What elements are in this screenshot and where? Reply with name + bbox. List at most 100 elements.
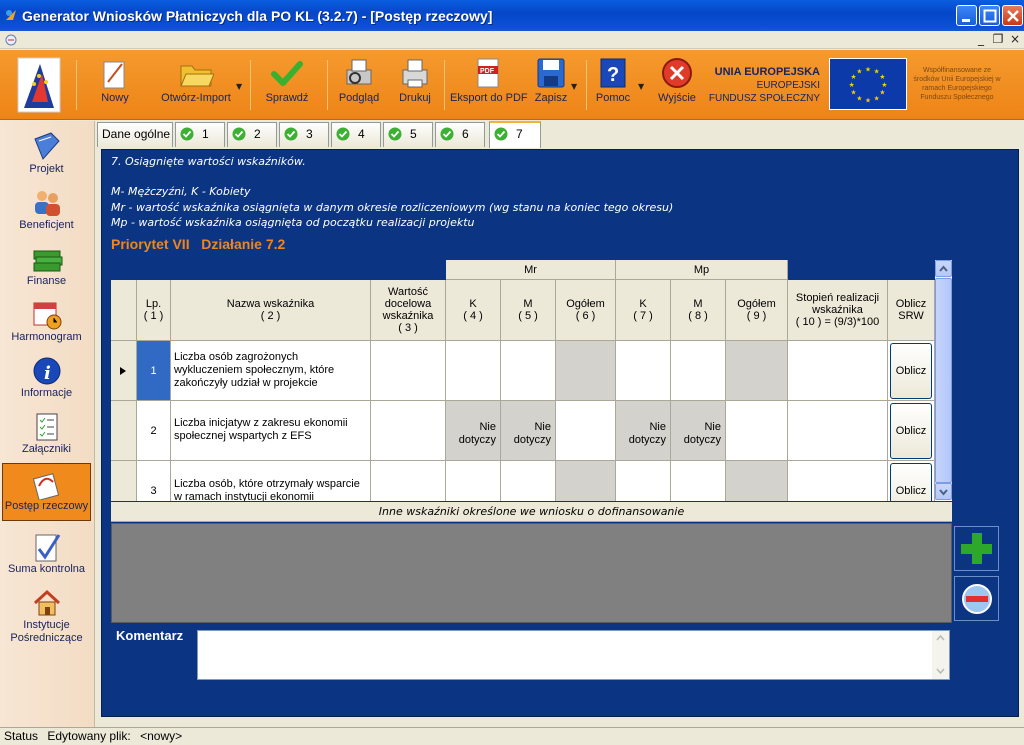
mdi-minimize-button[interactable]: _ [973,33,989,47]
row-selector[interactable] [111,341,137,401]
row-selector[interactable] [111,401,137,461]
eu-line2: EUROPEJSKI [756,80,820,91]
calculate-button[interactable]: Oblicz [890,343,932,399]
cell-mr-m[interactable] [501,341,556,401]
calculate-button[interactable]: Oblicz [890,463,932,501]
export-pdf-button[interactable]: PDF Eksport do PDF [450,56,528,114]
eu-text: UNIA EUROPEJSKA EUROPEJSKI FUNDUSZ SPOŁE… [708,66,820,105]
svg-text:★: ★ [849,81,855,89]
sidebar-item-projekt[interactable]: Projekt [2,127,91,181]
save-button[interactable]: Zapisz [532,56,570,114]
cell-indicator-name[interactable]: Liczba inicjatyw z zakresu ekonomii społ… [171,401,371,461]
app-icon [6,10,16,20]
sidebar-item-beneficjent[interactable]: Beneficjent [2,183,91,237]
scroll-down-button[interactable] [935,483,952,500]
mdi-restore-button[interactable]: ❐ [990,33,1006,47]
save-dropdown-arrow-icon[interactable]: ▼ [571,82,577,91]
calculate-button[interactable]: Oblicz [890,403,932,459]
status-label: Status [4,729,39,743]
check-circle-icon [180,127,194,141]
sidebar-item-zalaczniki[interactable]: Załączniki [2,407,91,461]
header-mr-k: K( 4 ) [446,280,501,341]
check-circle-icon [284,127,298,141]
tab-6[interactable]: 6 [435,122,485,147]
close-button[interactable] [1002,5,1023,26]
cell-mp-m[interactable] [671,341,726,401]
svg-text:★: ★ [874,94,880,102]
tab-7[interactable]: 7 [489,121,541,148]
cell-mr-k[interactable] [446,461,501,501]
exit-button[interactable]: Wyjście [656,56,698,114]
preview-button[interactable]: Podgląd [338,56,380,114]
cell-lp[interactable]: 3 [137,461,171,501]
cell-lp[interactable]: 2 [137,401,171,461]
cell-mr-m-not-applicable: Nie dotyczy [501,401,556,461]
program-logo-icon [17,57,61,113]
cell-indicator-name[interactable]: Liczba osób, które otrzymały wsparcie w … [171,461,371,501]
help-button[interactable]: ? Pomoc [594,56,632,114]
cell-calc: Oblicz [888,341,935,401]
cell-mp-total [726,341,788,401]
eu-cofinancing-note: Współfinansowane ze środków Unii Europej… [913,67,1001,101]
grid-vertical-scrollbar[interactable] [935,260,952,500]
sidebar-item-informacje[interactable]: i Informacje [2,351,91,405]
cell-target-value[interactable] [371,401,446,461]
comment-scrollbar[interactable] [932,631,949,679]
window-title: Generator Wniosków Płatniczych dla PO KL… [22,8,493,24]
document-icon [5,34,17,46]
check-circle-icon [494,127,508,141]
add-row-button[interactable] [954,526,999,571]
plus-icon [961,533,992,564]
check-circle-icon [388,127,402,141]
scroll-thumb[interactable] [935,278,952,483]
current-row-arrow-icon [120,367,126,375]
comment-label: Komentarz [116,628,184,643]
sidebar-item-finanse[interactable]: Finanse [2,239,91,293]
cell-mp-k[interactable] [616,461,671,501]
sidebar-item-harmonogram[interactable]: Harmonogram [2,295,91,349]
cell-mp-total [726,461,788,501]
sidebar-item-postep-rzeczowy[interactable]: Postęp rzeczowy [2,463,91,521]
cell-mr-k[interactable] [446,341,501,401]
help-dropdown-arrow-icon[interactable]: ▼ [638,82,644,91]
sidebar-item-suma-kontrolna[interactable]: Suma kontrolna [2,527,91,581]
tab-dane-ogolne[interactable]: Dane ogólne [97,122,173,147]
svg-text:★: ★ [879,89,885,97]
cell-lp[interactable]: 1 [137,341,171,401]
cell-mp-k[interactable] [616,341,671,401]
cell-target-value[interactable] [371,341,446,401]
open-import-button[interactable]: Otwórz-Import [156,56,236,114]
cell-mp-m[interactable] [671,461,726,501]
header-target: Wartość docelowa wskaźnika( 3 ) [371,280,446,341]
open-dropdown-arrow-icon[interactable]: ▼ [236,82,242,91]
new-button[interactable]: Nowy [98,56,132,114]
sidebar-item-instytucje[interactable]: Instytucje Pośredniczące [2,583,91,651]
other-indicators-grid[interactable] [111,523,952,623]
scroll-up-button[interactable] [935,260,952,277]
print-button[interactable]: Drukuj [395,56,435,114]
cell-indicator-name[interactable]: Liczba osób zagrożonych wykluczeniem spo… [171,341,371,401]
cell-mp-total[interactable] [726,401,788,461]
info-icon: i [33,357,60,385]
remove-row-button[interactable] [954,576,999,621]
check-circle-icon [232,127,246,141]
legend-mp: Mp - wartość wskaźnika osiągnięta od poc… [111,216,475,229]
cell-target-value[interactable] [371,461,446,501]
check-button[interactable]: Sprawdź [264,56,310,114]
status-bar: Status Edytowany plik: <nowy> [0,727,1024,745]
mdi-close-button[interactable]: × [1007,33,1023,47]
tab-4[interactable]: 4 [331,122,381,147]
tab-3[interactable]: 3 [279,122,329,147]
tab-2[interactable]: 2 [227,122,277,147]
minimize-button[interactable] [956,5,977,26]
row-selector[interactable] [111,461,137,501]
maximize-button[interactable] [979,5,1000,26]
mdi-strip: _ ❐ × [0,31,1024,49]
cell-mr-total[interactable] [556,401,616,461]
cell-mr-m[interactable] [501,461,556,501]
chevron-down-icon [936,668,945,675]
comment-textarea[interactable] [197,630,950,680]
tab-5[interactable]: 5 [383,122,433,147]
section-heading: 7. Osiągnięte wartości wskaźników. [111,155,306,168]
tab-1[interactable]: 1 [175,122,225,147]
